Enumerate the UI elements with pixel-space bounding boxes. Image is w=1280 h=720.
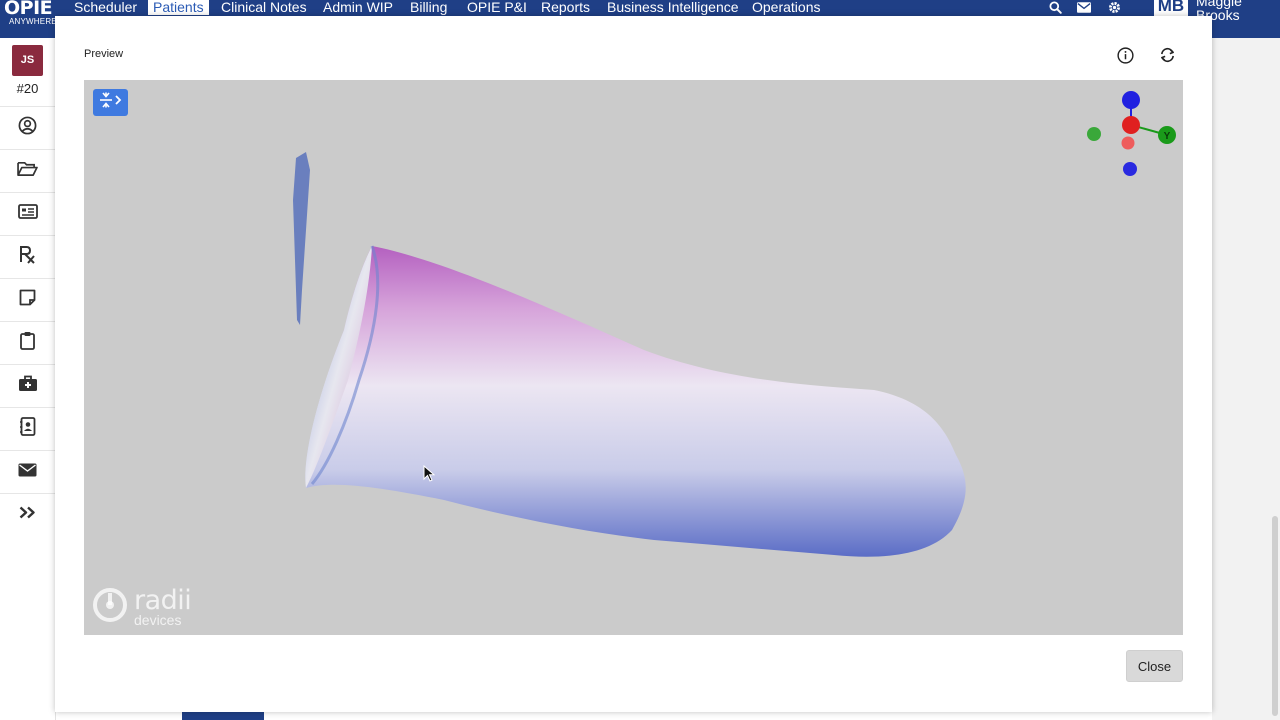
envelope-icon — [18, 463, 37, 482]
axis-orientation-gizmo[interactable]: Y — [1084, 88, 1179, 180]
axis-y-label: Y — [1164, 131, 1171, 142]
sidebar-profile-button[interactable] — [0, 106, 55, 149]
patient-number: #20 — [16, 81, 39, 96]
patient-sidebar: JS #20 — [0, 38, 56, 720]
axis-neg-x-handle[interactable] — [1121, 136, 1135, 150]
watermark-subtitle: devices — [134, 611, 182, 628]
background-tab-peek — [182, 712, 264, 720]
sidebar-notes-button[interactable] — [0, 278, 55, 321]
id-card-icon — [17, 204, 38, 224]
nav-item-operations[interactable]: Operations — [747, 0, 825, 15]
sidebar-expand-button[interactable] — [0, 493, 55, 536]
axis-neg-z-handle[interactable] — [1123, 162, 1137, 176]
clipboard-icon — [20, 331, 35, 355]
nav-item-opie-pi[interactable]: OPIE P&I — [462, 0, 532, 15]
sidebar-medical-button[interactable] — [0, 364, 55, 407]
prescription-icon — [19, 245, 36, 269]
axis-neg-y-handle[interactable] — [1087, 127, 1101, 141]
axis-z-handle[interactable] — [1122, 91, 1140, 109]
medkit-icon — [18, 375, 38, 397]
nav-item-billing[interactable]: Billing — [405, 0, 452, 15]
limb-scan-model[interactable] — [84, 80, 1183, 635]
app-logo-subtitle: ANYWHERE — [9, 17, 57, 26]
sidebar-documents-button[interactable] — [0, 149, 55, 192]
sidebar-prescription-button[interactable] — [0, 235, 55, 278]
viewer-toggle-button[interactable] — [93, 89, 128, 116]
refresh-icon[interactable] — [1158, 46, 1176, 64]
sidebar-messages-button[interactable] — [0, 450, 55, 493]
page-scrollbar[interactable] — [1272, 516, 1278, 716]
sidebar-contacts-button[interactable] — [0, 407, 55, 450]
nav-item-patients[interactable]: Patients — [148, 0, 209, 15]
double-chevron-right-icon — [19, 506, 36, 524]
close-button[interactable]: Close — [1126, 650, 1183, 682]
nav-item-reports[interactable]: Reports — [536, 0, 595, 15]
sticky-note-icon — [19, 289, 36, 311]
compress-toggle-icon — [99, 92, 123, 113]
radii-devices-watermark: radii devices — [92, 585, 192, 628]
nav-item-scheduler[interactable]: Scheduler — [69, 0, 142, 15]
mouse-cursor-icon — [423, 465, 435, 482]
sidebar-clipboard-button[interactable] — [0, 321, 55, 364]
mail-icon[interactable] — [1076, 0, 1092, 15]
nav-item-admin-wip[interactable]: Admin WIP — [318, 0, 398, 15]
sidebar-id-card-button[interactable] — [0, 192, 55, 235]
watermark-brand: radii — [134, 585, 192, 617]
preview-modal: Preview Y radii devices Close — [55, 16, 1212, 712]
info-icon[interactable] — [1116, 46, 1134, 64]
user-circle-icon — [18, 116, 37, 140]
address-book-icon — [19, 417, 36, 441]
patient-avatar[interactable]: JS — [12, 45, 43, 76]
radii-logo-icon — [92, 587, 128, 628]
search-icon[interactable] — [1047, 0, 1063, 15]
nav-item-business-intelligence[interactable]: Business Intelligence — [602, 0, 744, 15]
user-avatar[interactable]: MB — [1154, 0, 1188, 16]
axis-x-handle[interactable] — [1122, 116, 1140, 134]
modal-title: Preview — [84, 48, 124, 60]
3d-scan-viewer[interactable]: Y radii devices — [84, 80, 1183, 635]
gear-icon[interactable] — [1106, 0, 1122, 15]
folder-open-icon — [17, 160, 38, 182]
nav-item-clinical-notes[interactable]: Clinical Notes — [216, 0, 312, 15]
background-page-edge — [1212, 38, 1280, 720]
